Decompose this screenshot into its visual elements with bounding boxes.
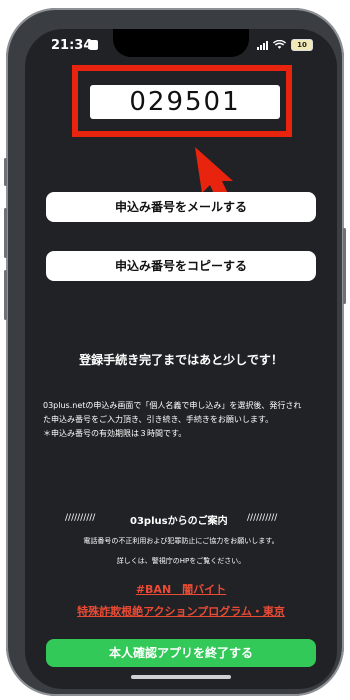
main-message: 登録手続き完了まではあと少しです！ [79, 353, 283, 367]
notice-line-2: 詳しくは、警視庁のHPをご覧ください。 [116, 557, 246, 565]
wifi-icon [273, 40, 286, 49]
notch [113, 29, 249, 57]
person-icon [89, 40, 98, 50]
ban-link[interactable]: #BAN 闇バイト [25, 581, 337, 597]
power-button [343, 228, 346, 304]
copy-code-button[interactable]: 申込み番号をコピーする [46, 251, 316, 281]
volume-down-button [4, 270, 7, 320]
status-time: 21:34 [51, 38, 93, 53]
mail-code-button[interactable]: 申込み番号をメールする [46, 192, 316, 222]
notice-line-1: 電話番号の不正利用および犯罪防止にご協力をお願いします。 [83, 537, 279, 545]
notice-divider-left: ////////// [65, 513, 96, 523]
screen: 21:34 10 029501 申込み番号をメールする 申込み番号をコピーする … [25, 29, 337, 689]
info-text-2: た申込み番号をご入力頂き、引き続き、手続きをお願いします。 [43, 415, 274, 424]
status-icons: 10 [257, 39, 313, 51]
home-indicator [131, 675, 231, 679]
info-text-3: ＊申込み番号の有効期限は３時間です。 [43, 429, 187, 438]
application-code: 029501 [90, 85, 280, 119]
signal-icon [257, 40, 268, 50]
exit-app-button[interactable]: 本人確認アプリを終了する [46, 639, 316, 667]
action-program-link[interactable]: 特殊詐欺根絶アクションプログラム・東京 [25, 603, 337, 619]
info-text-1: 03plus.netの申込み画面で「個人名義で申し込み」を選択後、発行され [43, 401, 302, 410]
battery-icon: 10 [291, 39, 313, 51]
volume-up-button [4, 208, 7, 258]
phone-frame: 21:34 10 029501 申込み番号をメールする 申込み番号をコピーする … [4, 8, 346, 696]
notice-title: 03plusからのご案内 [130, 516, 228, 527]
mute-switch [4, 158, 7, 186]
notice-divider-right: ////////// [247, 513, 278, 523]
